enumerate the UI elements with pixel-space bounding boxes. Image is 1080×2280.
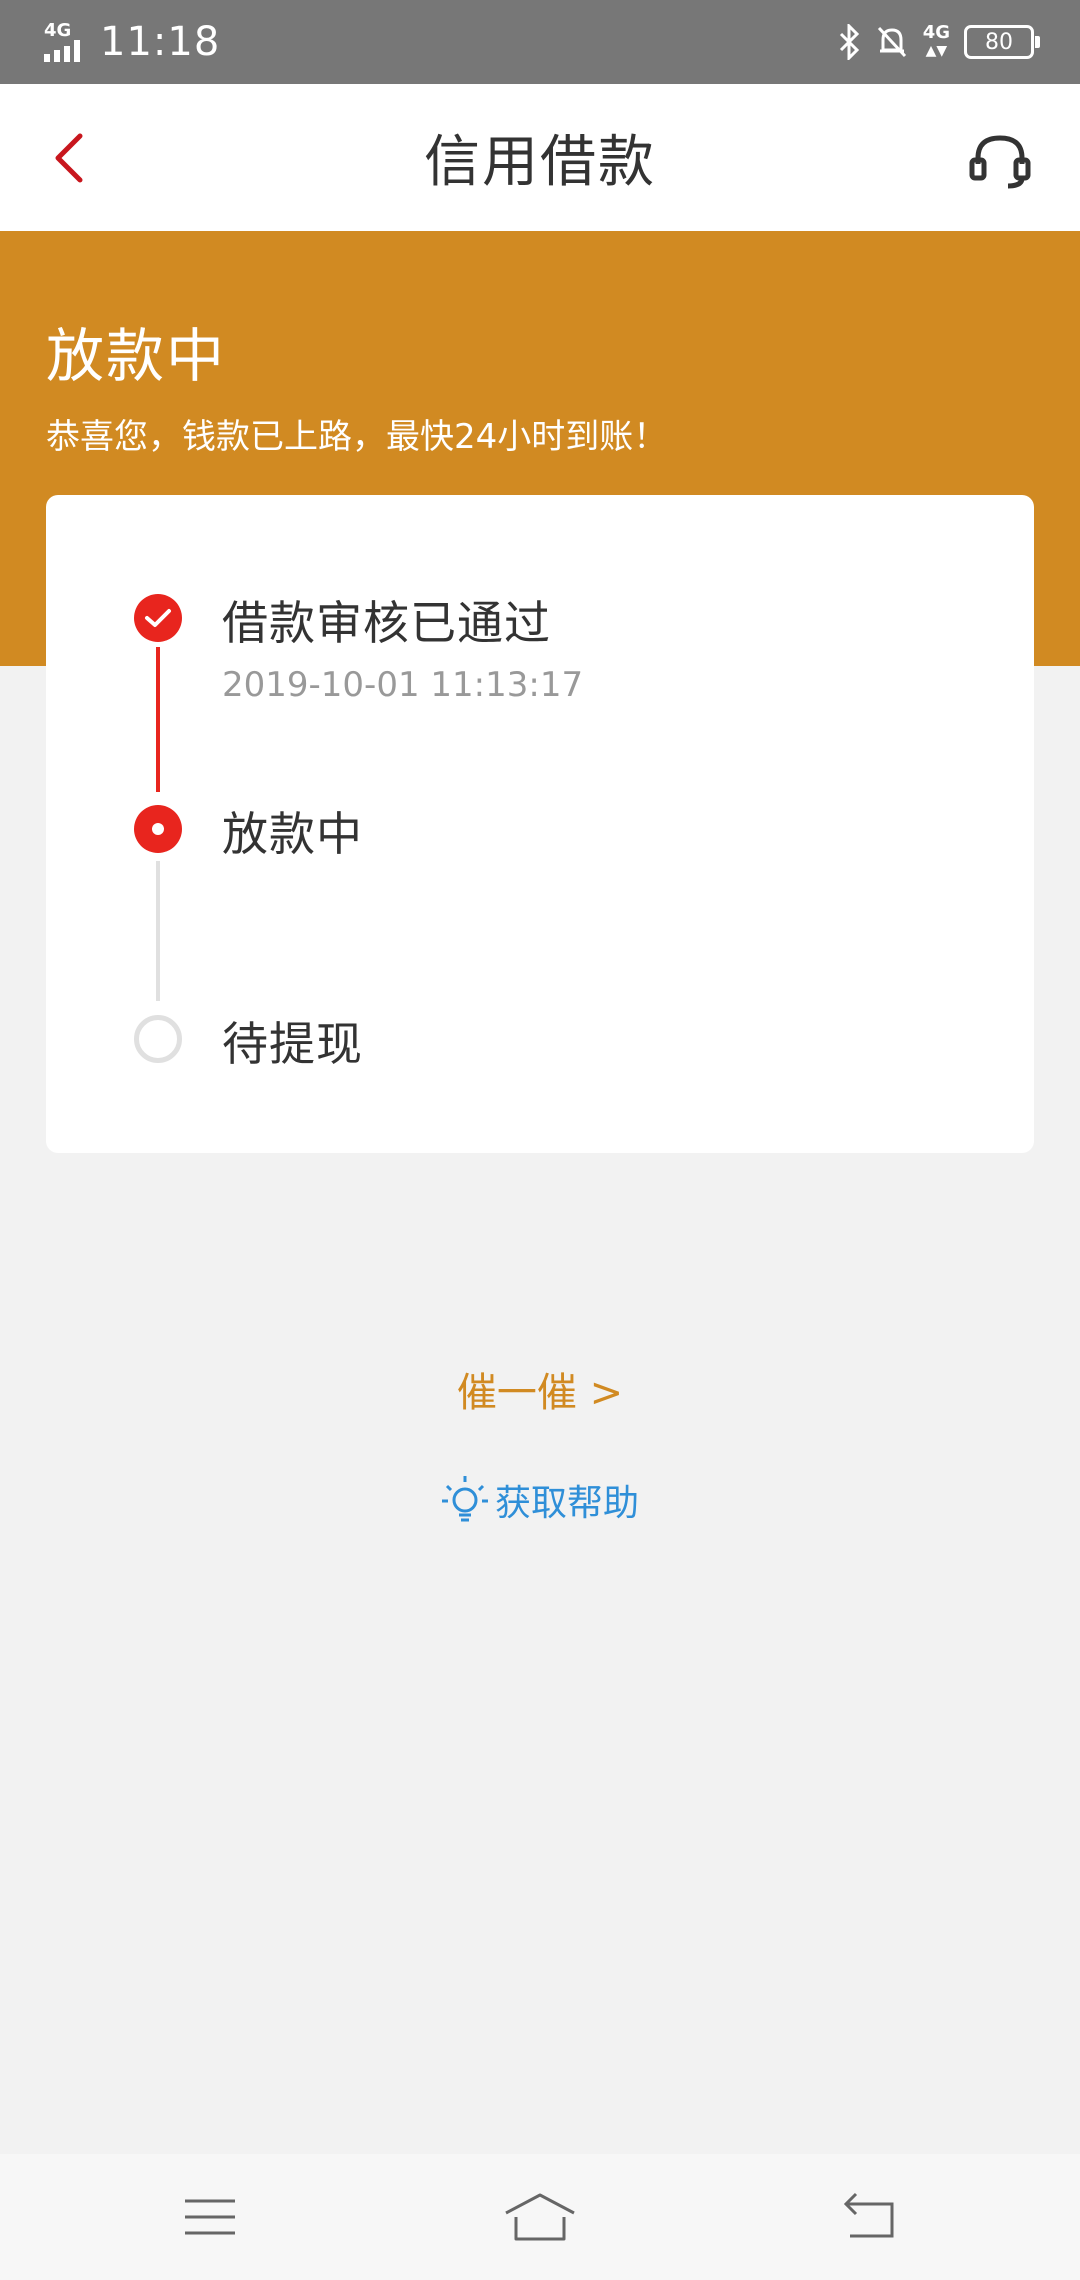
progress-card: 借款审核已通过 2019-10-01 11:13:17 放款中 待提现	[46, 495, 1034, 1153]
system-nav-bar	[0, 2154, 1080, 2280]
urge-button[interactable]: 催一催 >	[0, 1360, 1080, 1418]
mute-bell-icon	[875, 24, 909, 60]
back-nav-button[interactable]	[830, 2182, 910, 2252]
banner-subtitle: 恭喜您，钱款已上路，最快24小时到账！	[46, 417, 668, 457]
home-icon	[505, 2193, 575, 2241]
step-label: 待提现	[222, 1017, 363, 1071]
banner-title: 放款中	[46, 322, 227, 390]
pending-step-icon	[134, 1015, 182, 1063]
home-button[interactable]	[500, 2182, 580, 2252]
nav-bar: 信用借款	[0, 84, 1080, 231]
signal-icon: 4G	[44, 22, 88, 62]
lightbulb-icon	[441, 1476, 488, 1522]
step-label: 借款审核已通过	[222, 596, 551, 650]
network-label: 4G	[922, 22, 950, 43]
menu-icon	[185, 2199, 235, 2235]
headset-icon	[969, 135, 1031, 189]
bluetooth-icon	[837, 24, 861, 60]
step-connector-pending	[156, 861, 160, 1001]
network-icon: 4G ▲▼	[922, 22, 950, 60]
battery-level: 80	[985, 29, 1013, 55]
get-help-link[interactable]: 获取帮助	[0, 1474, 1080, 1526]
step-connector-done	[156, 647, 160, 792]
signal-label: 4G	[44, 20, 72, 41]
check-icon	[134, 594, 182, 642]
status-bar: 4G 11:18 4G ▲▼ 80	[0, 0, 1080, 84]
menu-button[interactable]	[170, 2182, 250, 2252]
return-icon	[843, 2192, 894, 2238]
active-step-icon	[134, 805, 182, 853]
help-label: 获取帮助	[494, 1483, 639, 1524]
customer-service-button[interactable]	[960, 120, 1040, 200]
status-time: 11:18	[100, 19, 221, 65]
step-timestamp: 2019-10-01 11:13:17	[222, 665, 584, 705]
page-title: 信用借款	[424, 130, 656, 195]
battery-icon: 80	[964, 25, 1040, 59]
step-label: 放款中	[222, 807, 363, 861]
